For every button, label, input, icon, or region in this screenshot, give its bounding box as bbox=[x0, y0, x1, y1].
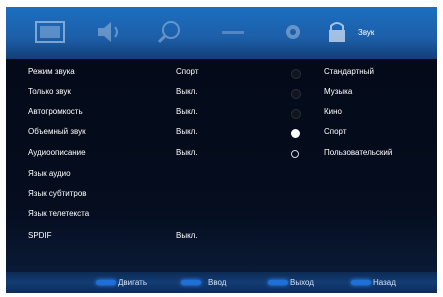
audio-only-value: Выкл. bbox=[176, 87, 198, 96]
menu-item-auto-volume[interactable]: Автогромкость bbox=[28, 105, 83, 119]
menu-item-sound-mode[interactable]: Режим звука bbox=[28, 65, 75, 79]
help-exit-label: Выход bbox=[290, 278, 314, 287]
menu-item-spdif[interactable]: SPDIF bbox=[28, 229, 52, 243]
menu-item-teletext-language[interactable]: Язык телетекста bbox=[28, 207, 89, 221]
menu-item-audio-description[interactable]: Аудиоописание bbox=[28, 146, 86, 160]
sound-mode-option-user[interactable]: Пользовательский bbox=[324, 146, 392, 160]
dash-icon[interactable] bbox=[218, 19, 248, 45]
menu-item-surround[interactable]: Объемный звук bbox=[28, 125, 86, 139]
auto-volume-value: Выкл. bbox=[176, 107, 198, 116]
radio-selected-icon[interactable] bbox=[291, 129, 300, 138]
audio-description-value: Выкл. bbox=[176, 148, 198, 157]
radio-icon[interactable] bbox=[291, 89, 301, 99]
sound-mode-option-cinema[interactable]: Кино bbox=[324, 105, 342, 119]
gear-icon[interactable] bbox=[278, 19, 308, 45]
radio-icon[interactable] bbox=[291, 109, 301, 119]
help-bar: Двигать Ввод Выход Назад bbox=[6, 272, 437, 293]
tv-screen: Звук Режим звука Спорт Только звук Выкл.… bbox=[6, 7, 437, 293]
help-move-label: Двигать bbox=[118, 278, 147, 287]
surround-value: Выкл. bbox=[176, 127, 198, 136]
menu-item-audio-only[interactable]: Только звук bbox=[28, 85, 71, 99]
menu-item-subtitle-language[interactable]: Язык субтитров bbox=[28, 187, 87, 201]
radio-icon[interactable] bbox=[291, 150, 299, 158]
menu-item-audio-language[interactable]: Язык аудио bbox=[28, 167, 71, 181]
tab-sound-label[interactable]: Звук bbox=[358, 28, 374, 37]
picture-icon[interactable] bbox=[34, 19, 68, 45]
enter-button-icon bbox=[181, 280, 201, 285]
settings-tab-bar: Звук bbox=[6, 7, 437, 59]
help-enter-label: Ввод bbox=[208, 278, 227, 287]
lock-icon[interactable] bbox=[324, 19, 350, 45]
help-back-label: Назад bbox=[373, 278, 396, 287]
sound-mode-option-music[interactable]: Музыка bbox=[324, 85, 352, 99]
navigate-button-icon bbox=[96, 280, 116, 285]
search-icon[interactable] bbox=[156, 19, 186, 45]
sound-mode-option-sport[interactable]: Спорт bbox=[324, 125, 347, 139]
sound-mode-value: Спорт bbox=[176, 67, 199, 76]
sound-menu-panel: Режим звука Спорт Только звук Выкл. Авто… bbox=[6, 59, 437, 272]
radio-icon[interactable] bbox=[291, 69, 301, 79]
back-button-icon bbox=[351, 280, 371, 285]
sound-mode-option-standard[interactable]: Стандартный bbox=[324, 65, 374, 79]
speaker-icon[interactable] bbox=[94, 19, 124, 45]
exit-button-icon bbox=[268, 280, 288, 285]
spdif-value: Выкл. bbox=[176, 231, 198, 240]
